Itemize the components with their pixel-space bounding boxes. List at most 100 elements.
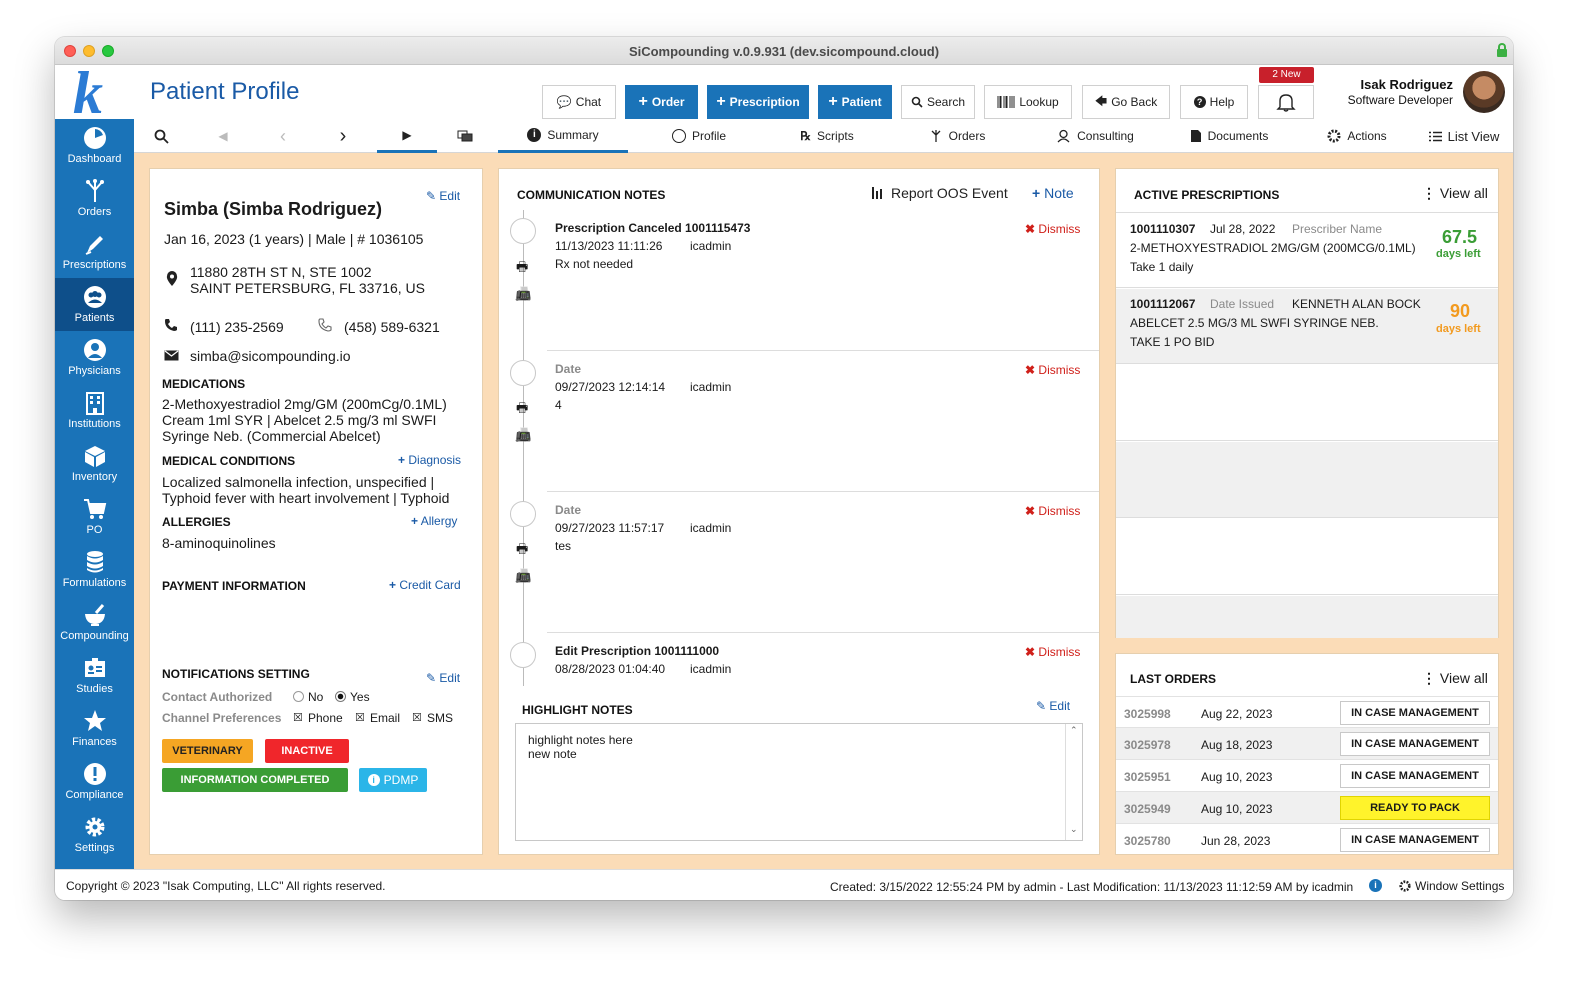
report-oos-event-button[interactable]: Report OOS Event bbox=[871, 185, 1008, 201]
textarea-scrollbar[interactable]: ⌃ ⌄ bbox=[1065, 724, 1082, 840]
order-status-button[interactable]: IN CASE MANAGEMENT bbox=[1340, 701, 1490, 725]
note-user: icadmin bbox=[690, 521, 732, 535]
edit-patient-link[interactable]: ✎ Edit bbox=[426, 189, 460, 203]
previous-record-button[interactable]: ‹ bbox=[266, 119, 300, 153]
pdmp-button[interactable]: i PDMP bbox=[359, 768, 427, 792]
window-settings-button[interactable]: Window Settings bbox=[1399, 879, 1504, 893]
order-row[interactable]: 3025780 Jun 28, 2023 IN CASE MANAGEMENT bbox=[1116, 824, 1498, 854]
chevron-up-icon[interactable]: ⌃ bbox=[1070, 725, 1078, 736]
dismiss-note-button[interactable]: ✖ Dismiss bbox=[1025, 504, 1080, 518]
lookup-button[interactable]: Lookup bbox=[984, 85, 1072, 119]
add-credit-card-link[interactable]: + Credit Card bbox=[389, 578, 461, 592]
sidebar-item-formulations[interactable]: Formulations bbox=[55, 543, 134, 596]
sidebar-item-physicians[interactable]: Physicians bbox=[55, 331, 134, 384]
prescription-row[interactable]: 1001112067 Date Issued KENNETH ALAN BOCK… bbox=[1116, 289, 1498, 364]
search-button[interactable]: Search bbox=[901, 85, 975, 119]
sidebar-item-compounding[interactable]: Compounding bbox=[55, 596, 134, 649]
id-card-icon bbox=[84, 658, 105, 677]
sidebar-item-studies[interactable]: Studies bbox=[55, 649, 134, 702]
fax-icon[interactable]: 📠 bbox=[515, 286, 531, 302]
phone-primary[interactable]: (111) 235-2569 bbox=[190, 319, 284, 335]
order-row[interactable]: 3025949 Aug 10, 2023 READY TO PACK bbox=[1116, 792, 1498, 824]
payment-info-heading: PAYMENT INFORMATION bbox=[162, 579, 306, 593]
phone-secondary[interactable]: (458) 589-6321 bbox=[344, 319, 440, 335]
dismiss-note-button[interactable]: ✖ Dismiss bbox=[1025, 645, 1080, 659]
tab-documents[interactable]: Documents bbox=[1174, 119, 1284, 153]
document-icon[interactable] bbox=[510, 642, 536, 668]
print-icon[interactable]: 🖶 bbox=[516, 399, 528, 421]
help-button[interactable]: ? Help bbox=[1180, 85, 1248, 119]
tab-consulting[interactable]: Consulting bbox=[1040, 119, 1150, 153]
document-icon[interactable] bbox=[510, 360, 536, 386]
sidebar-item-prescriptions[interactable]: Prescriptions bbox=[55, 225, 134, 278]
add-allergy-link[interactable]: + Allergy bbox=[411, 514, 457, 528]
contact-no-radio[interactable] bbox=[293, 691, 304, 702]
print-icon[interactable]: 🖶 bbox=[516, 258, 528, 280]
new-prescription-button[interactable]: + Prescription bbox=[707, 85, 809, 119]
notifications-button[interactable] bbox=[1258, 85, 1314, 119]
sidebar-item-orders[interactable]: Orders bbox=[55, 172, 134, 225]
dismiss-note-button[interactable]: ✖ Dismiss bbox=[1025, 222, 1080, 236]
go-back-button[interactable]: 🡄 Go Back bbox=[1082, 85, 1170, 119]
sidebar-item-institutions[interactable]: Institutions bbox=[55, 384, 134, 437]
dismiss-note-button[interactable]: ✖ Dismiss bbox=[1025, 363, 1080, 377]
chevron-down-icon[interactable]: ⌄ bbox=[1070, 824, 1078, 835]
tab-actions[interactable]: Actions bbox=[1312, 119, 1402, 153]
order-row[interactable]: 3025951 Aug 10, 2023 IN CASE MANAGEMENT bbox=[1116, 760, 1498, 792]
add-diagnosis-link[interactable]: + Diagnosis bbox=[398, 453, 461, 467]
order-row[interactable]: 3025978 Aug 18, 2023 IN CASE MANAGEMENT bbox=[1116, 728, 1498, 760]
avatar[interactable] bbox=[1463, 71, 1505, 113]
email-checkbox[interactable]: ☒ bbox=[355, 711, 365, 724]
information-completed-tag[interactable]: INFORMATION COMPLETED bbox=[162, 768, 348, 792]
order-status-button[interactable]: IN CASE MANAGEMENT bbox=[1340, 828, 1490, 852]
sidebar-item-inventory[interactable]: Inventory bbox=[55, 437, 134, 490]
tab-profile[interactable]: Profile bbox=[654, 119, 744, 153]
app-logo[interactable]: k bbox=[55, 60, 134, 126]
sidebar-item-settings[interactable]: Settings bbox=[55, 808, 134, 861]
copyright-text: Copyright © 2023 "Isak Computing, LLC" A… bbox=[66, 879, 386, 893]
prescription-row[interactable]: 1001110307 Jul 28, 2022 Prescriber Name … bbox=[1116, 212, 1498, 288]
user-circle-icon bbox=[671, 129, 686, 143]
inactive-tag[interactable]: INACTIVE bbox=[265, 739, 349, 763]
edit-notifications-link[interactable]: ✎ Edit bbox=[426, 671, 460, 685]
view-all-orders-link[interactable]: ⋮ View all bbox=[1422, 670, 1488, 687]
print-icon[interactable]: 🖶 bbox=[516, 540, 528, 562]
tab-orders[interactable]: Orders bbox=[912, 119, 1002, 153]
phone-checkbox[interactable]: ☒ bbox=[293, 711, 303, 724]
fax-icon[interactable]: 📠 bbox=[515, 427, 531, 443]
sidebar-item-label: Prescriptions bbox=[62, 259, 127, 271]
info-icon[interactable]: i bbox=[1369, 879, 1382, 892]
first-record-button[interactable]: ◀ bbox=[206, 119, 240, 153]
sidebar-item-compliance[interactable]: Compliance bbox=[55, 755, 134, 808]
search-record-button[interactable] bbox=[144, 119, 178, 153]
contact-yes-radio[interactable] bbox=[335, 691, 346, 702]
new-order-button[interactable]: + Order bbox=[625, 85, 698, 119]
last-record-button[interactable]: ▶ bbox=[377, 119, 437, 153]
chat-button[interactable]: 💬 Chat bbox=[542, 85, 616, 119]
sidebar-item-patients[interactable]: Patients bbox=[55, 278, 134, 331]
sms-checkbox[interactable]: ☒ bbox=[412, 711, 422, 724]
sidebar-item-dashboard[interactable]: Dashboard bbox=[55, 119, 134, 172]
highlight-notes-textarea[interactable]: highlight notes here new note ⌃ ⌄ bbox=[515, 723, 1083, 841]
add-note-link[interactable]: + Note bbox=[1032, 185, 1074, 201]
new-patient-button[interactable]: + Patient bbox=[818, 85, 892, 119]
fax-icon[interactable]: 📠 bbox=[515, 568, 531, 584]
document-icon[interactable] bbox=[510, 501, 536, 527]
order-status-button[interactable]: IN CASE MANAGEMENT bbox=[1340, 764, 1490, 788]
edit-highlight-notes-link[interactable]: ✎ Edit bbox=[1036, 699, 1070, 713]
windows-button[interactable] bbox=[446, 119, 484, 153]
veterinary-tag[interactable]: VETERINARY bbox=[162, 739, 253, 763]
patient-email[interactable]: simba@sicompounding.io bbox=[190, 348, 351, 364]
order-row[interactable]: 3025998 Aug 22, 2023 IN CASE MANAGEMENT bbox=[1116, 696, 1498, 728]
document-icon[interactable] bbox=[510, 218, 536, 244]
order-status-button[interactable]: READY TO PACK bbox=[1340, 796, 1490, 820]
list-view-button[interactable]: List View bbox=[1419, 119, 1509, 153]
tab-summary[interactable]: i Summary bbox=[498, 119, 628, 153]
next-record-button[interactable]: › bbox=[326, 119, 360, 153]
medical-conditions-heading: MEDICAL CONDITIONS bbox=[162, 454, 296, 468]
tab-scripts[interactable]: ℞ Scripts bbox=[782, 119, 872, 153]
sidebar-item-po[interactable]: PO bbox=[55, 490, 134, 543]
view-all-prescriptions-link[interactable]: ⋮ View all bbox=[1422, 185, 1488, 202]
sidebar-item-finances[interactable]: Finances bbox=[55, 702, 134, 755]
order-status-button[interactable]: IN CASE MANAGEMENT bbox=[1340, 732, 1490, 756]
